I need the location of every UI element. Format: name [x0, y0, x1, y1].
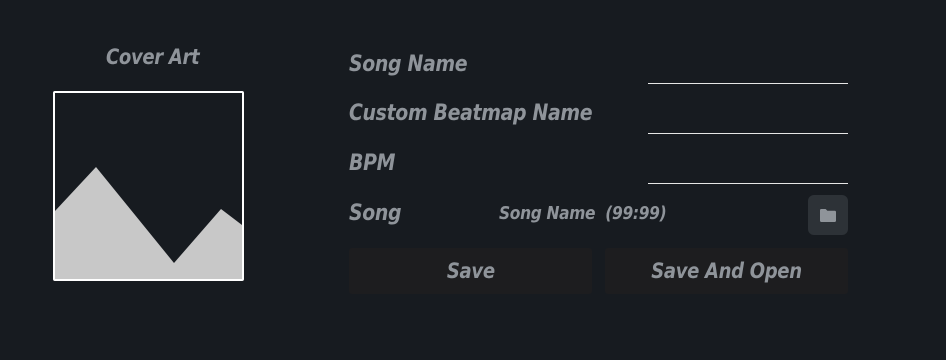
image-placeholder-icon: [55, 167, 242, 279]
bpm-label: BPM: [349, 151, 396, 176]
song-name-input[interactable]: [648, 54, 848, 84]
song-settings-panel: Cover Art Song Name Custom Beatmap Name …: [0, 0, 946, 360]
folder-icon: [820, 208, 836, 222]
song-file-display: Song Name (99:99): [499, 203, 667, 224]
custom-beatmap-name-input[interactable]: [648, 104, 848, 134]
cover-art-button[interactable]: [53, 91, 244, 281]
custom-beatmap-name-label: Custom Beatmap Name: [349, 101, 593, 126]
save-button-label: Save: [446, 259, 495, 283]
song-label: Song: [349, 201, 402, 226]
save-button[interactable]: Save: [349, 248, 592, 294]
browse-song-button[interactable]: [808, 195, 848, 235]
save-and-open-button-label: Save And Open: [651, 259, 802, 283]
save-and-open-button[interactable]: Save And Open: [605, 248, 848, 294]
cover-art-title: Cover Art: [106, 45, 200, 69]
bpm-input[interactable]: [648, 154, 848, 184]
song-name-label: Song Name: [349, 52, 468, 77]
